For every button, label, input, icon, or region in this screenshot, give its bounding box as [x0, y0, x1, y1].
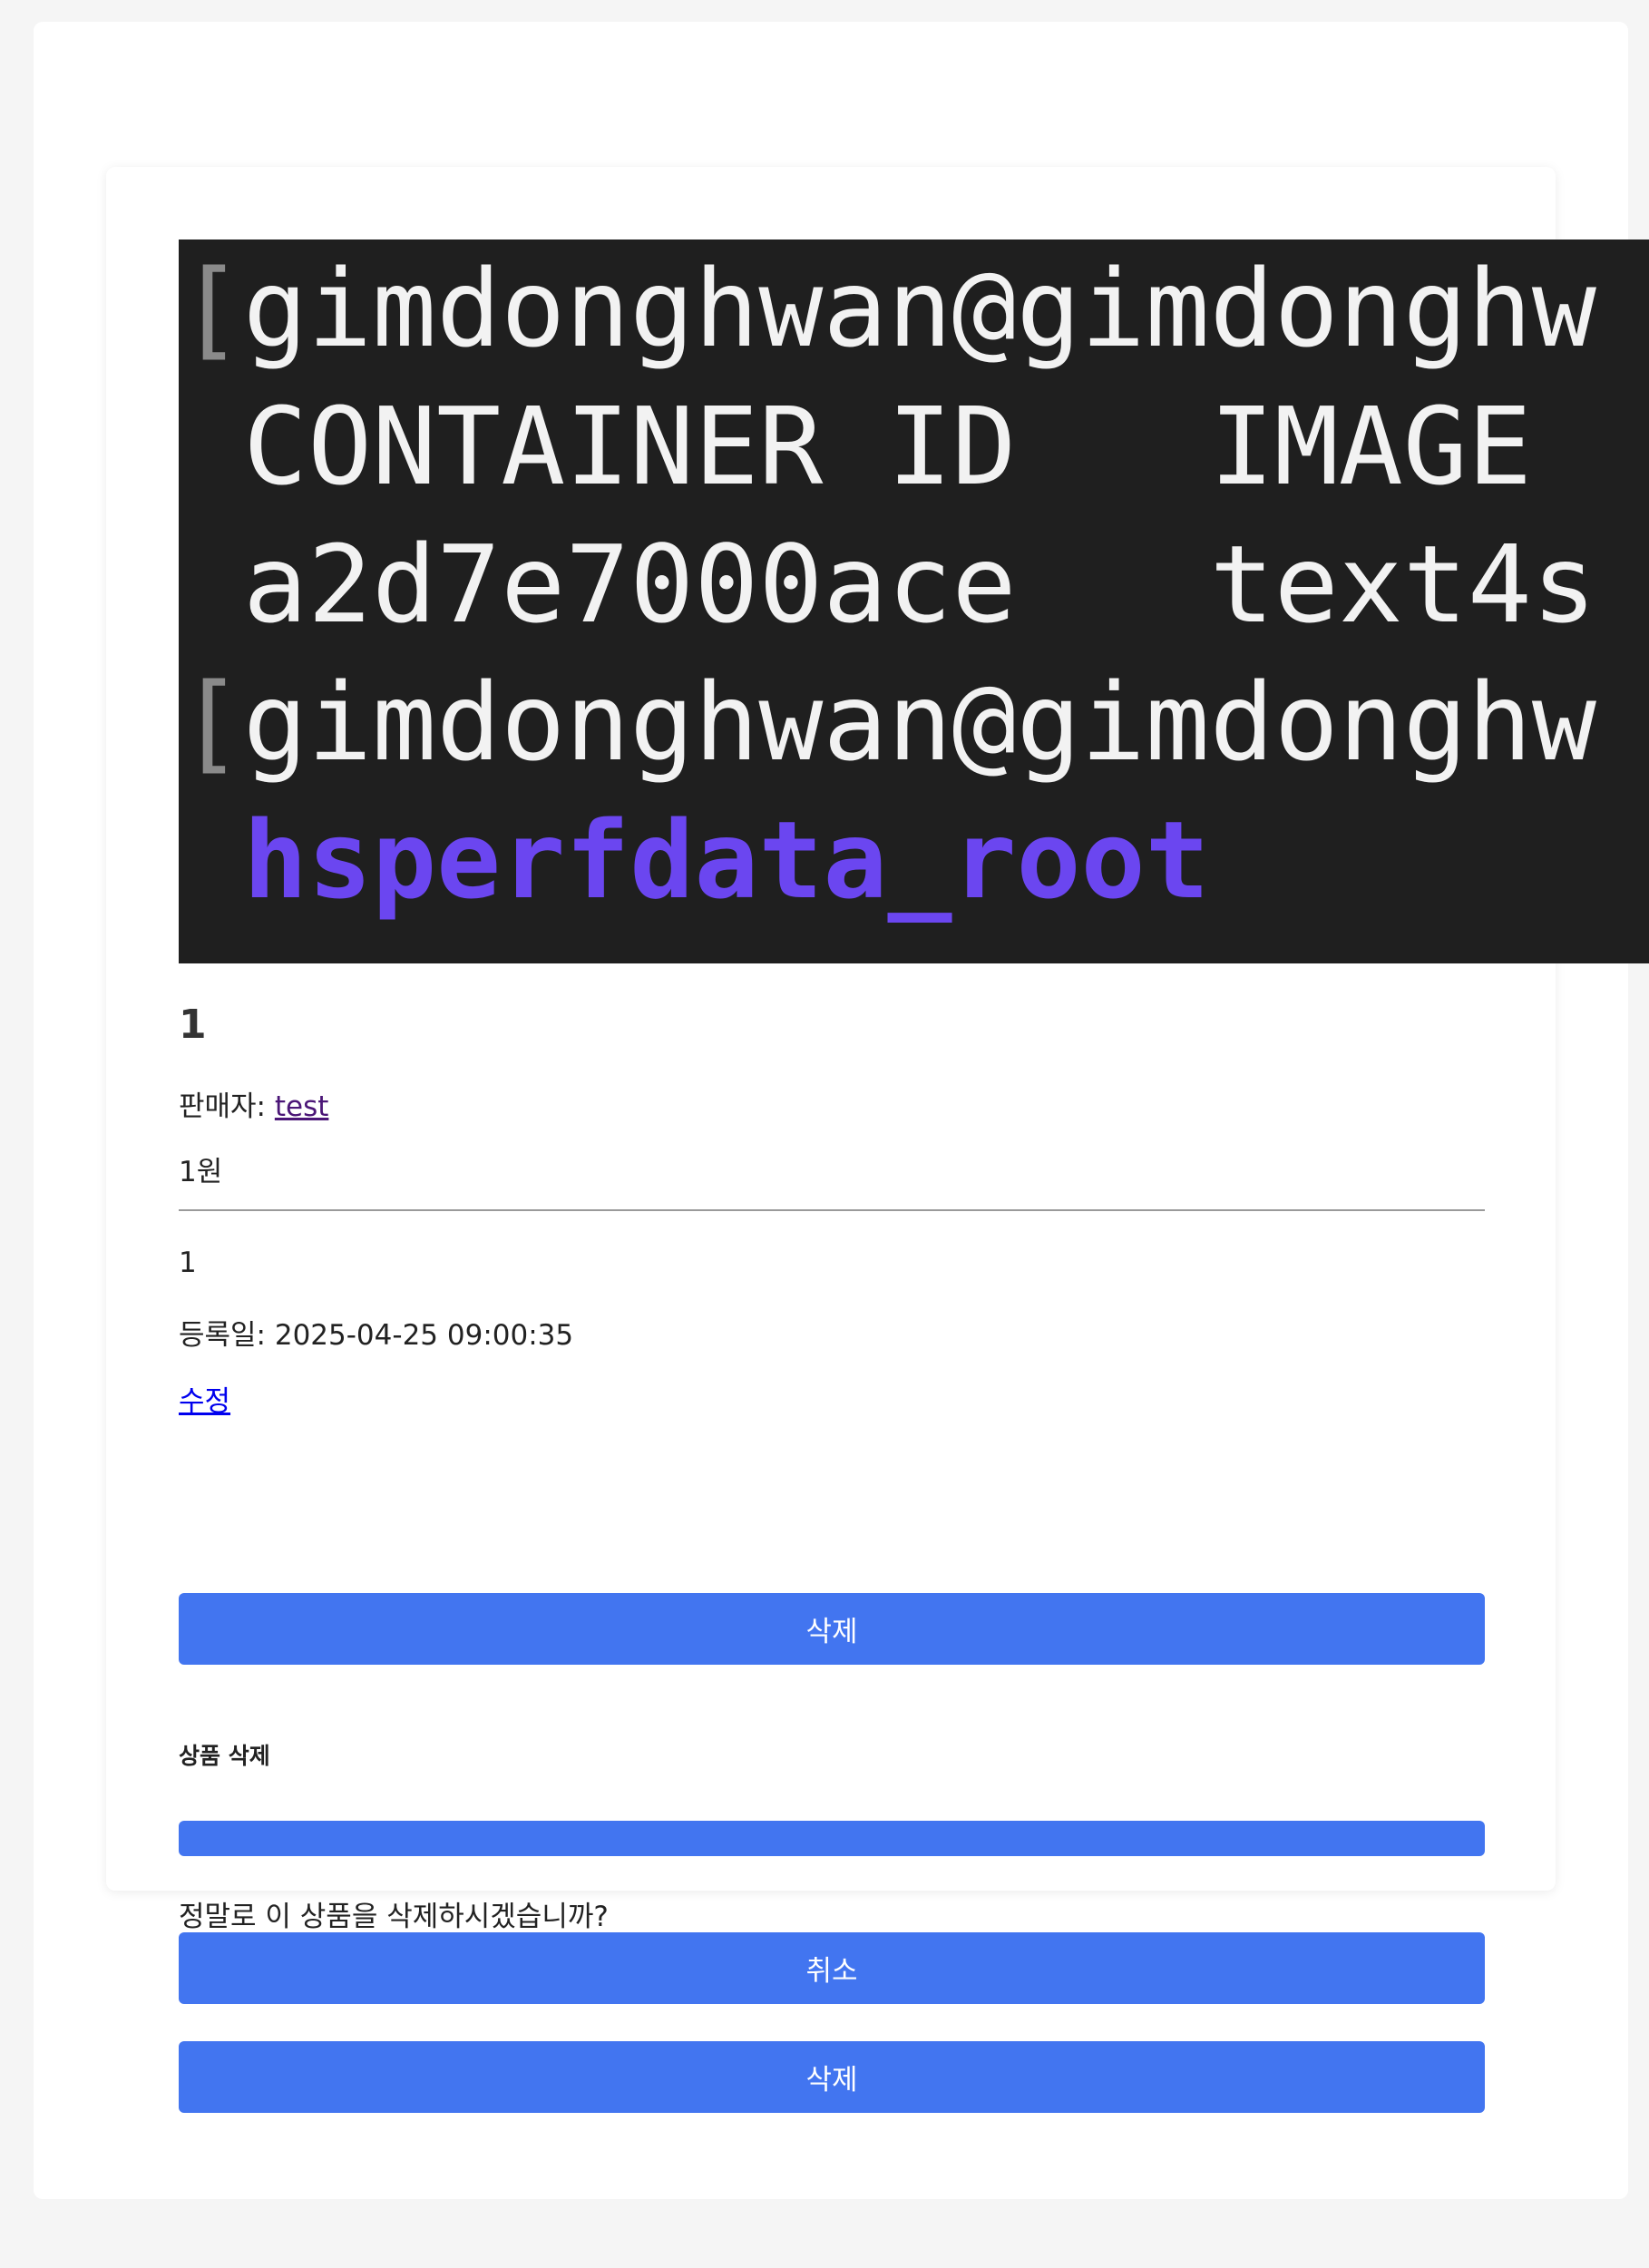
product-description: 1	[179, 1246, 197, 1279]
edit-link[interactable]: 수정	[179, 1378, 230, 1419]
product-title: 1	[179, 1002, 207, 1048]
seller-label: 판매자:	[179, 1090, 275, 1123]
page-container: [gimdonghwan@gimdonghw CONTAINER ID IMAG…	[34, 22, 1649, 2199]
cancel-button[interactable]: 취소	[179, 1932, 1485, 2004]
terminal-line-3: a2d7e7000ace text4s	[179, 522, 1596, 647]
delete-button[interactable]: 삭제	[179, 1593, 1485, 1665]
product-price: 1원	[179, 1156, 223, 1188]
terminal-line-2: CONTAINER ID IMAGE	[179, 384, 1532, 509]
seller-info: 판매자: test	[179, 1083, 328, 1124]
product-card: [gimdonghwan@gimdonghw CONTAINER ID IMAG…	[106, 167, 1649, 2113]
seller-link[interactable]: test	[275, 1090, 329, 1123]
terminal-line-4: [gimdonghwan@gimdonghw	[179, 660, 1596, 785]
product-date: 등록일: 2025-04-25 09:00:35	[179, 1319, 574, 1352]
confirm-delete-button[interactable]: 삭제	[179, 2041, 1485, 2113]
divider	[179, 1209, 1485, 1211]
terminal-line-1: [gimdonghwan@gimdonghw	[179, 246, 1596, 371]
terminal-line-5: hsperfdata_root	[179, 797, 1210, 923]
product-image: [gimdonghwan@gimdonghw CONTAINER ID IMAG…	[179, 240, 1649, 963]
confirm-message: 정말로 이 상품을 삭제하시겠습니까?	[179, 1901, 609, 1933]
modal-bar	[179, 1821, 1485, 1856]
modal-title: 상품 삭제	[179, 1743, 270, 1769]
